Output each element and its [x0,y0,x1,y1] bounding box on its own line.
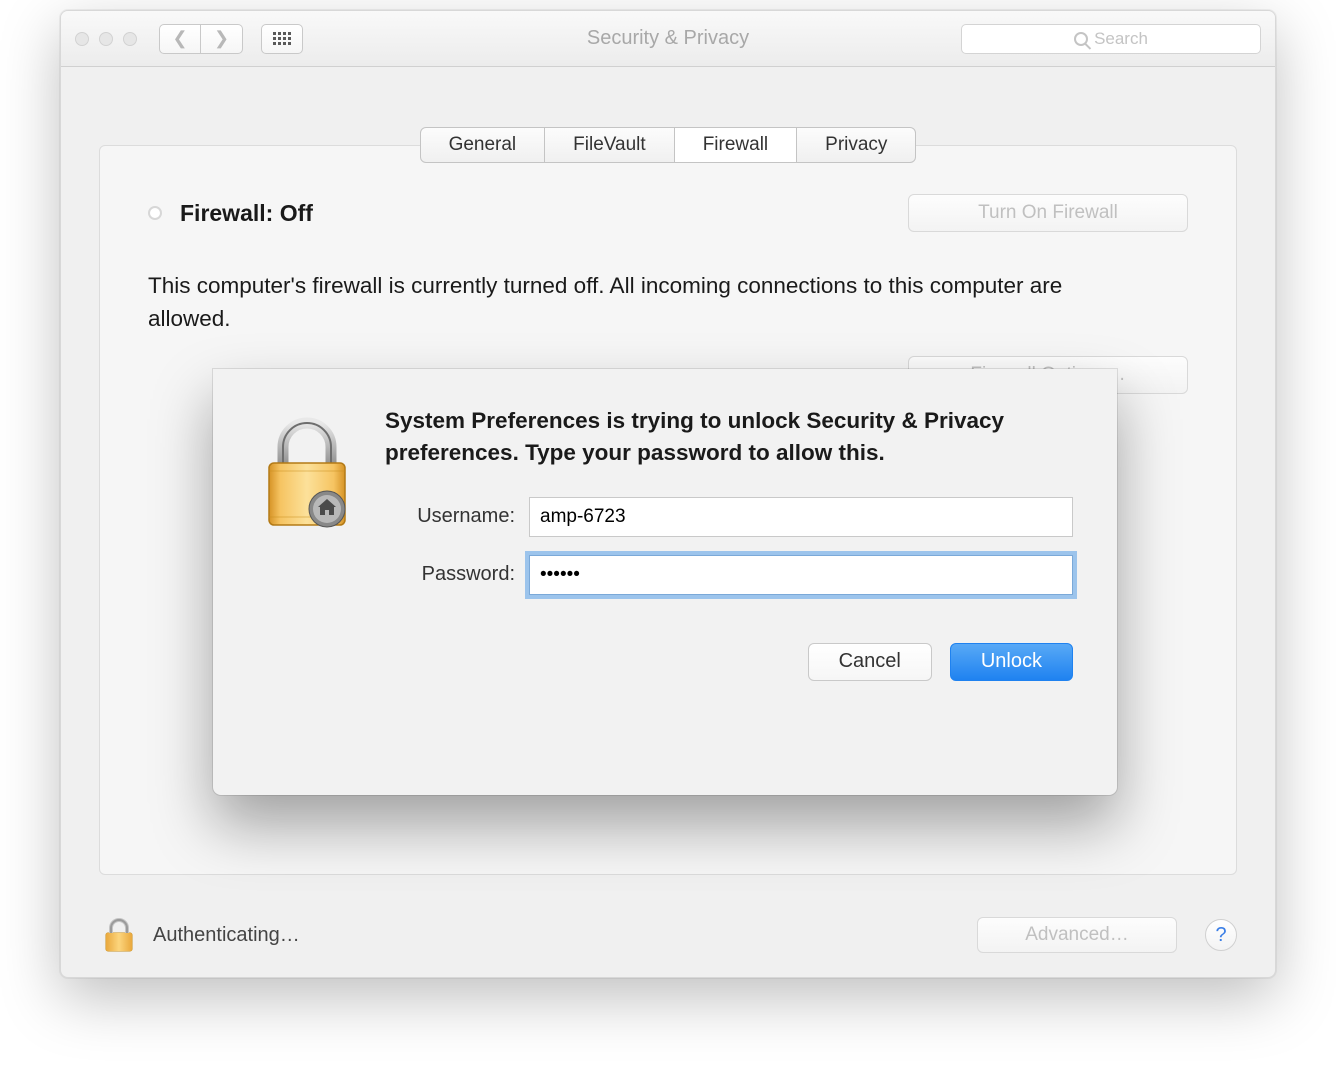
tab-privacy[interactable]: Privacy [796,127,916,163]
username-field[interactable] [529,497,1073,537]
firewall-description: This computer's firewall is currently tu… [148,270,1108,335]
help-icon: ? [1215,924,1226,947]
forward-button[interactable]: ❯ [201,24,243,54]
close-window-button[interactable] [75,32,89,46]
password-field[interactable] [529,555,1073,595]
nav-buttons-group: ❮ ❯ [159,24,243,54]
cancel-button[interactable]: Cancel [808,643,932,681]
back-button[interactable]: ❮ [159,24,201,54]
search-icon [1074,32,1088,46]
security-lock-icon [257,405,357,681]
firewall-status-label: Firewall: Off [180,200,313,227]
turn-on-firewall-button[interactable]: Turn On Firewall [908,194,1188,232]
unlock-button[interactable]: Unlock [950,643,1073,681]
window-controls [75,32,137,46]
tab-firewall[interactable]: Firewall [674,127,797,163]
search-input[interactable]: Search [961,24,1261,54]
chevron-right-icon: ❯ [214,28,229,49]
grid-icon [273,32,291,45]
tabs: General FileVault Firewall Privacy [99,127,1237,163]
lock-icon[interactable] [99,915,139,955]
dialog-message: System Preferences is trying to unlock S… [385,405,1073,469]
advanced-button[interactable]: Advanced… [977,917,1177,953]
tab-general[interactable]: General [420,127,546,163]
auth-status-text: Authenticating… [153,924,300,947]
password-label: Password: [385,563,515,586]
help-button[interactable]: ? [1205,919,1237,951]
footer: Authenticating… Advanced… ? [99,915,1237,955]
titlebar: ❮ ❯ Security & Privacy Search [61,11,1275,67]
show-all-button[interactable] [261,24,303,54]
firewall-status-indicator [148,206,162,220]
chevron-left-icon: ❮ [172,28,187,49]
tab-filevault[interactable]: FileVault [544,127,675,163]
username-label: Username: [385,505,515,528]
zoom-window-button[interactable] [123,32,137,46]
auth-dialog: System Preferences is trying to unlock S… [213,369,1117,795]
search-placeholder: Search [1094,29,1148,49]
minimize-window-button[interactable] [99,32,113,46]
preferences-window: ❮ ❯ Security & Privacy Search General Fi… [60,10,1276,978]
